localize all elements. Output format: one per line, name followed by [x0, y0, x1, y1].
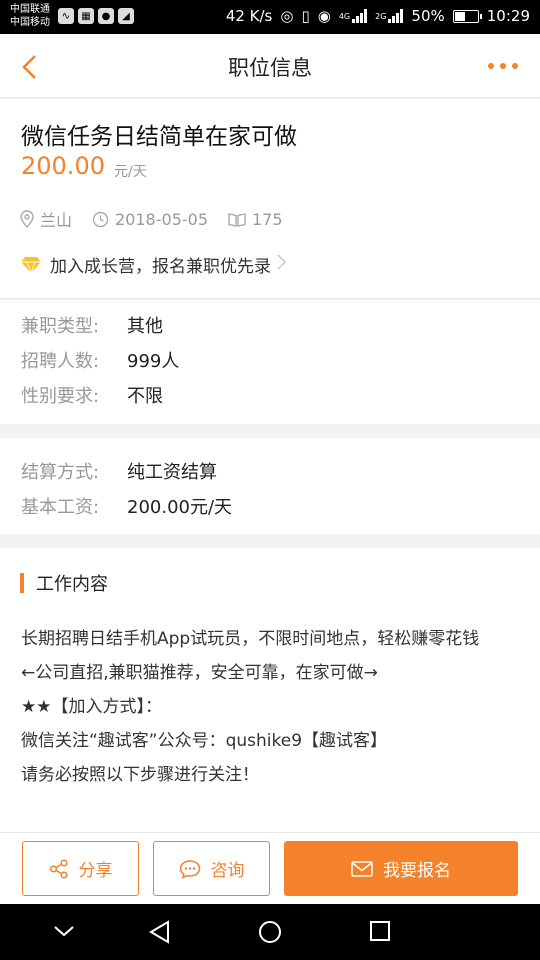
- envelope-icon: [351, 860, 373, 877]
- more-menu-icon[interactable]: [488, 63, 518, 69]
- payment-row: 基本工资: 200.00元/天: [21, 493, 232, 519]
- activity-icon: ∿: [58, 8, 74, 24]
- payment-value: 200.00元/天: [127, 497, 233, 518]
- description-line: 请务必按照以下步骤进行关注！: [21, 765, 259, 785]
- salary-unit: 元/天: [114, 164, 147, 180]
- post-date-text: 2018-05-05: [115, 209, 208, 229]
- detail-label: 性别要求:: [21, 386, 100, 407]
- nav-recents-icon[interactable]: [369, 920, 391, 942]
- nav-home-icon[interactable]: [258, 920, 282, 944]
- carrier-info: 中国联通 中国移动: [10, 3, 50, 29]
- action-bar: 分享 咨询 我要报名: [0, 832, 540, 904]
- detail-label: 招聘人数:: [21, 351, 100, 372]
- description-line: 长期招聘日结手机App试玩员，不限时间地点，轻松赚零花钱: [21, 629, 480, 649]
- chat-icon: ●: [98, 8, 114, 24]
- location-pin-icon: [20, 210, 34, 228]
- share-button[interactable]: 分享: [22, 841, 139, 896]
- battery-icon: [452, 9, 482, 23]
- app-header: 职位信息: [0, 34, 540, 98]
- wifi-icon: ◎: [280, 7, 294, 25]
- job-details-section: 兼职类型: 其他 招聘人数: 999人 性别要求: 不限: [0, 300, 540, 424]
- notification-icons: ∿ ▦ ● ◢: [58, 8, 134, 24]
- nav-back-icon[interactable]: [148, 920, 172, 944]
- section-title-text: 工作内容: [36, 574, 108, 595]
- view-count-text: 175: [252, 209, 283, 229]
- section-title: 工作内容: [20, 570, 108, 596]
- vibrate-icon: ▯: [301, 7, 310, 25]
- location: 兰山: [20, 207, 72, 231]
- consult-button[interactable]: 咨询: [153, 841, 270, 896]
- battery-percent: 50%: [411, 7, 445, 25]
- status-bar: 中国联通 中国移动 ∿ ▦ ● ◢ 42 K/s ◎ ▯ ◉ 4G 2G 50%…: [0, 0, 540, 34]
- signal-bars-icon: [352, 9, 368, 23]
- apply-button[interactable]: 我要报名: [284, 841, 518, 896]
- system-nav-bar: [0, 904, 540, 960]
- detail-value: 不限: [127, 386, 163, 407]
- work-content-section: 工作内容 长期招聘日结手机App试玩员，不限时间地点，轻松赚零花钱 ←公司直招,…: [0, 548, 540, 832]
- eye-icon: ◉: [317, 7, 331, 25]
- chat-bubble-icon: [179, 859, 200, 879]
- job-title: 微信任务日结简单在家可做: [21, 124, 297, 150]
- payment-label: 基本工资:: [21, 497, 100, 518]
- book-icon: [228, 212, 246, 227]
- description-line: 微信关注“趣试客”公众号：qushike9【趣试客】: [21, 731, 388, 751]
- growth-camp-banner[interactable]: 加入成长营，报名兼职优先录: [20, 252, 294, 277]
- description-line: ←公司直招,兼职猫推荐，安全可靠，在家可做→: [21, 663, 378, 683]
- consult-label: 咨询: [210, 861, 245, 881]
- status-right: 42 K/s ◎ ▯ ◉ 4G 2G 50% 10:29: [226, 7, 530, 25]
- signal-2g: 2G: [375, 9, 404, 23]
- description-line: ★★【加入方式】：: [21, 697, 162, 717]
- detail-row: 兼职类型: 其他: [21, 312, 163, 338]
- image-icon: ◢: [118, 8, 134, 24]
- apply-label: 我要报名: [383, 861, 451, 881]
- payment-label: 结算方式:: [21, 462, 100, 483]
- promo-text: 加入成长营，报名兼职优先录: [50, 257, 271, 277]
- clock: 10:29: [486, 7, 530, 25]
- section-accent-bar: [20, 573, 24, 593]
- carrier-1: 中国联通: [10, 4, 50, 15]
- payment-row: 结算方式: 纯工资结算: [21, 458, 217, 484]
- job-summary-card: 微信任务日结简单在家可做 200.00 元/天 兰山 2018-05-05 17…: [0, 99, 540, 299]
- salary-amount: 200.00: [21, 152, 105, 180]
- payment-section: 结算方式: 纯工资结算 基本工资: 200.00元/天: [0, 438, 540, 534]
- work-description: 长期招聘日结手机App试玩员，不限时间地点，轻松赚零花钱 ←公司直招,兼职猫推荐…: [21, 622, 521, 792]
- view-count: 175: [228, 210, 283, 229]
- page-title: 职位信息: [228, 56, 312, 80]
- chevron-down-icon[interactable]: [53, 924, 75, 938]
- post-date: 2018-05-05: [92, 210, 208, 229]
- detail-row: 性别要求: 不限: [21, 382, 163, 408]
- detail-row: 招聘人数: 999人: [21, 347, 179, 373]
- signal-bars-icon: [388, 9, 404, 23]
- net-speed: 42 K/s: [225, 7, 273, 25]
- location-text: 兰山: [40, 211, 73, 230]
- signal-4g: 4G: [339, 9, 368, 23]
- diamond-icon: [21, 256, 41, 274]
- detail-value: 999人: [127, 351, 180, 372]
- battery-fill: [454, 11, 466, 21]
- carrier-2: 中国移动: [10, 17, 50, 28]
- share-label: 分享: [78, 861, 113, 881]
- detail-label: 兼职类型:: [21, 316, 100, 337]
- detail-value: 其他: [127, 316, 163, 337]
- clock-icon: [92, 211, 109, 227]
- app-icon: ▦: [78, 8, 94, 24]
- chevron-right-icon: [277, 254, 294, 275]
- share-icon: [49, 858, 68, 879]
- job-meta: 兰山 2018-05-05 175: [20, 207, 303, 231]
- payment-value: 纯工资结算: [127, 462, 217, 483]
